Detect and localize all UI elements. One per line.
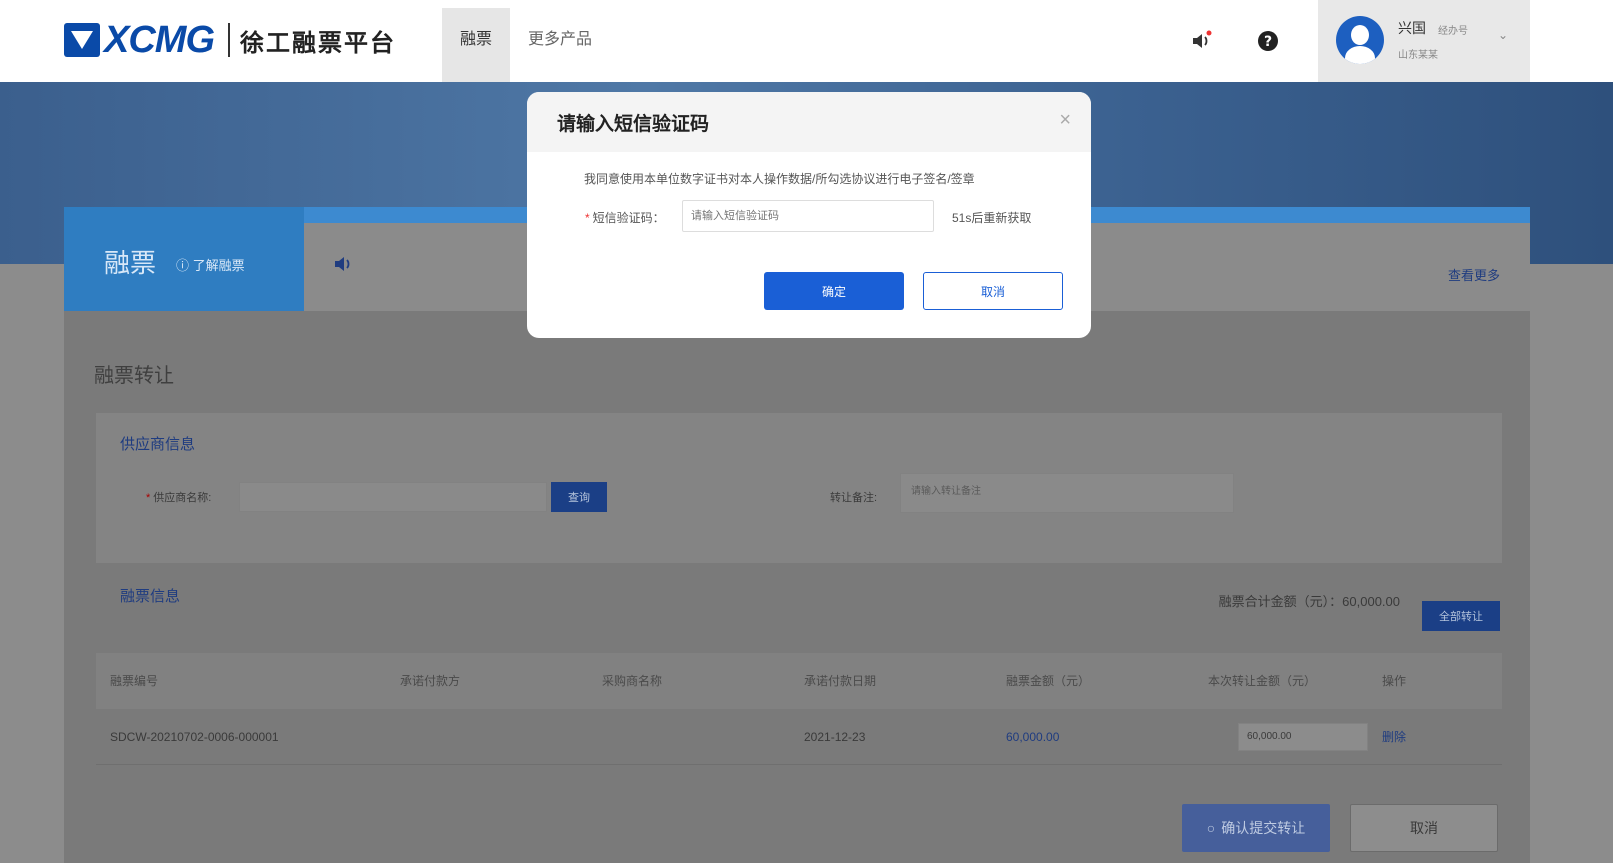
brand-logo[interactable]: XCMG 徐工融票平台	[64, 18, 396, 61]
col-date: 承诺付款日期	[804, 674, 877, 688]
supplier-section-title: 供应商信息	[120, 436, 196, 453]
svg-text:?: ?	[1264, 34, 1272, 50]
xcmg-logo-icon	[64, 23, 100, 57]
col-transfer-amount: 本次转让金额（元）	[1208, 674, 1317, 688]
sms-verification-modal: 请输入短信验证码 × 我同意使用本单位数字证书对本人操作数据/所勾选协议进行电子…	[527, 92, 1091, 338]
remark-label: 转让备注:	[830, 492, 878, 504]
cancel-transfer-button[interactable]: 取消	[1350, 804, 1498, 852]
table-row: SDCW-20210702-0006-000001 2021-12-23 60,…	[96, 709, 1502, 765]
learn-rongpiao-label: 了解融票	[192, 258, 245, 273]
remark-textarea[interactable]: 请输入转让备注	[900, 473, 1234, 513]
avatar	[1336, 16, 1384, 64]
speaker-icon	[332, 253, 354, 280]
confirm-button[interactable]: 确定	[764, 272, 904, 310]
logo-divider	[228, 23, 230, 57]
confirm-transfer-button[interactable]: ○ 确认提交转让	[1182, 804, 1330, 852]
row-id: SDCW-20210702-0006-000001	[110, 730, 279, 744]
tab-rongpiao[interactable]: 融票 ⓘ 了解融票	[64, 207, 304, 311]
tab-title: 融票	[104, 248, 157, 278]
page-title: 融票转让	[94, 365, 174, 387]
resend-countdown[interactable]: 51s后重新获取	[952, 209, 1031, 226]
notification-speaker-icon[interactable]	[1190, 30, 1212, 52]
remark-placeholder: 请输入转让备注	[911, 486, 981, 497]
supplier-name-label-text: 供应商名称:	[153, 492, 212, 504]
col-amount: 融票金额（元）	[1006, 674, 1091, 688]
platform-name: 徐工融票平台	[240, 29, 396, 57]
total-amount: 融票合计金额（元）：60,000.00	[1219, 591, 1400, 610]
learn-rongpiao-link[interactable]: ⓘ 了解融票	[176, 255, 245, 274]
main-nav: 融票 更多产品	[442, 8, 610, 82]
supplier-section: 供应商信息 * 供应商名称: 查询 转让备注: 请输入转让备注	[96, 413, 1502, 563]
user-menu[interactable]: 兴国 经办号 山东某某 ⌄	[1318, 0, 1530, 82]
user-org: 山东某某	[1398, 50, 1438, 61]
modal-title: 请输入短信验证码	[557, 114, 710, 135]
total-amount-value: 60,000.00	[1342, 594, 1400, 609]
delete-link[interactable]: 删除	[1382, 709, 1406, 765]
help-icon[interactable]: ?	[1257, 30, 1279, 52]
col-id: 融票编号	[110, 674, 159, 688]
loading-icon: ○	[1206, 820, 1216, 836]
user-name: 兴国	[1398, 20, 1426, 36]
col-action: 操作	[1382, 674, 1407, 688]
finance-table: 融票编号 承诺付款方 采购商名称 承诺付款日期 融票金额（元） 本次转让金额（元…	[96, 653, 1502, 765]
user-role: 经办号	[1438, 26, 1468, 37]
col-payer: 承诺付款方	[400, 674, 461, 688]
transfer-all-button[interactable]: 全部转让	[1422, 601, 1500, 631]
nav-item-rongpiao[interactable]: 融票	[442, 8, 511, 82]
top-header: XCMG 徐工融票平台 融票 更多产品 ? 兴国 经办号 山东某某 ⌄	[0, 0, 1613, 82]
table-header: 融票编号 承诺付款方 采购商名称 承诺付款日期 融票金额（元） 本次转让金额（元…	[96, 653, 1502, 709]
modal-header: 请输入短信验证码 ×	[527, 92, 1091, 152]
finance-section-title: 融票信息	[120, 588, 181, 605]
total-amount-label: 融票合计金额（元）：	[1218, 594, 1343, 609]
view-more-link[interactable]: 查看更多	[1448, 265, 1500, 284]
supplier-name-label: * 供应商名称:	[146, 489, 211, 505]
chevron-down-icon: ⌄	[1498, 28, 1509, 42]
row-date: 2021-12-23	[804, 730, 866, 744]
consent-text: 我同意使用本单位数字证书对本人操作数据/所勾选协议进行电子签名/签章	[584, 172, 975, 186]
brand-name: XCMG	[104, 18, 215, 61]
required-mark: *	[146, 492, 151, 504]
confirm-transfer-label: 确认提交转让	[1221, 820, 1306, 836]
nav-item-more-products[interactable]: 更多产品	[510, 8, 610, 82]
col-buyer: 采购商名称	[602, 674, 663, 688]
close-icon[interactable]: ×	[1059, 110, 1071, 130]
query-button[interactable]: 查询	[551, 482, 607, 512]
transfer-amount-input[interactable]: 60,000.00	[1238, 723, 1368, 751]
sms-code-label-text: 短信验证码：	[592, 211, 665, 225]
row-amount[interactable]: 60,000.00	[1006, 709, 1059, 765]
required-mark: *	[585, 211, 590, 225]
sms-code-input[interactable]	[682, 200, 934, 232]
sms-code-label: * 短信验证码：	[585, 209, 665, 226]
supplier-name-input[interactable]	[239, 482, 547, 512]
cancel-button[interactable]: 取消	[923, 272, 1063, 310]
